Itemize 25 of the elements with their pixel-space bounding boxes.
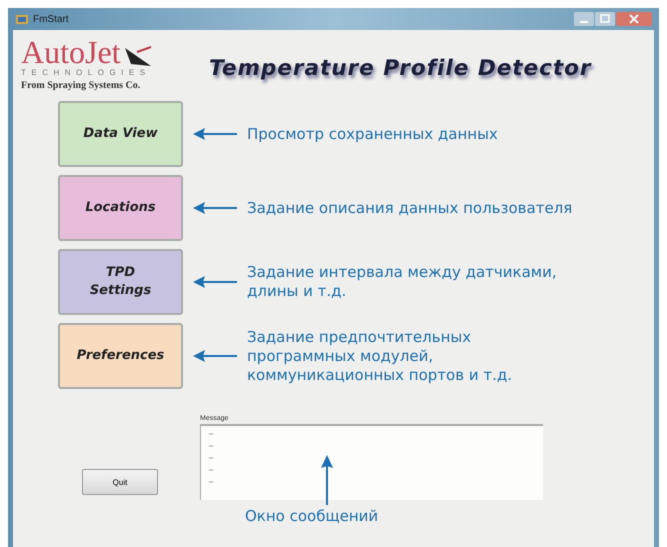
logo-subtitle: From Spraying Systems Co. (21, 80, 142, 91)
arrow-left-icon (193, 201, 237, 215)
menu-button[interactable]: Data View (58, 101, 183, 167)
arrow-up-icon (320, 455, 334, 505)
annotation-text: Задание предпочтительных программных модулей, коммуникационных портов и т.д. (247, 328, 512, 384)
close-icon[interactable] (616, 12, 652, 26)
logo-tagline: TECHNOLOGIES (21, 68, 152, 77)
annotation-text: Задание описания данных пользователя (247, 198, 572, 218)
annotation-text: Просмотр сохраненных данных (247, 124, 498, 144)
menu-button[interactable]: Locations (58, 175, 183, 241)
minimize-icon[interactable] (574, 12, 594, 26)
logo-wordmark: AutoJet (21, 36, 121, 68)
annotation-text: Задание интервала между датчиками, длины и т.д. (247, 263, 557, 301)
arrow-left-icon (193, 275, 237, 289)
window-title: FmStart (33, 14, 69, 24)
arrow-left-icon (193, 349, 237, 363)
menu-button[interactable]: TPD Settings (58, 249, 183, 315)
quit-button[interactable]: Quit (82, 469, 158, 495)
menu-button[interactable]: Preferences (58, 323, 183, 389)
logo-jet-icon (122, 46, 153, 68)
maximize-icon[interactable] (595, 12, 615, 26)
annotation-text: Окно сообщений (245, 507, 378, 525)
arrow-left-icon (193, 127, 237, 141)
app-title: Temperature Profile Detector (209, 56, 592, 81)
app-icon (15, 13, 29, 25)
